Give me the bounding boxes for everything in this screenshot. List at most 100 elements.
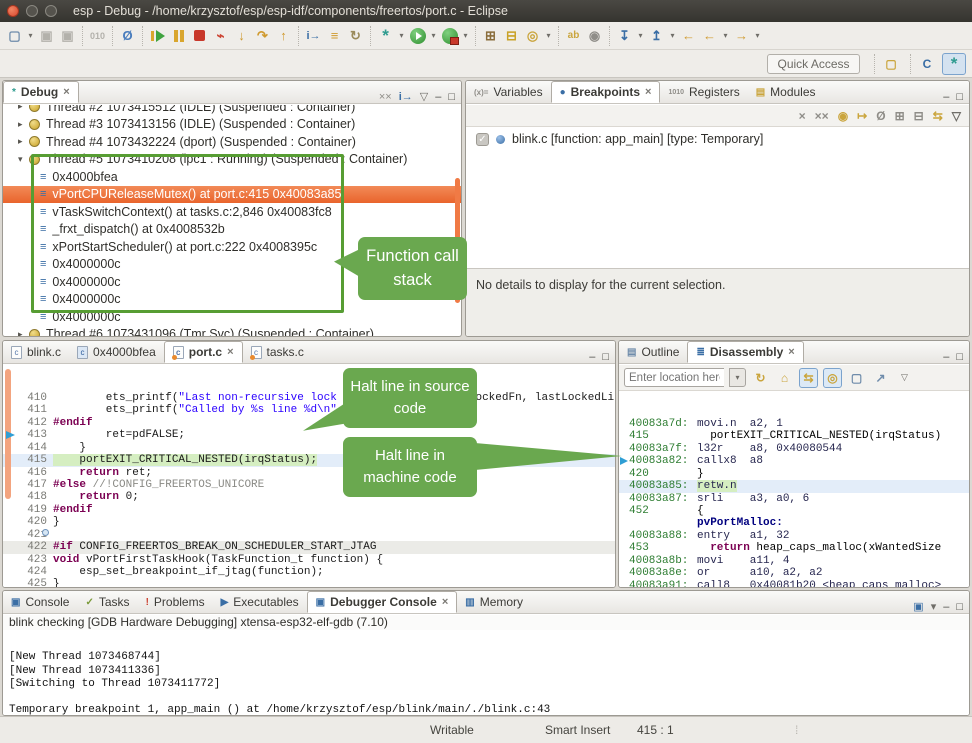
- save-icon[interactable]: ▣: [36, 25, 57, 47]
- tab-variables[interactable]: (x)= Variables: [466, 81, 551, 103]
- breakpoint-row[interactable]: ✓ blink.c [function: app_main] [type: Te…: [466, 127, 969, 146]
- tree-expand-icon[interactable]: ▾: [18, 154, 29, 165]
- forward-dropdown-icon[interactable]: ▾: [752, 25, 763, 47]
- window-maximize-button[interactable]: [45, 5, 57, 17]
- maximize-icon[interactable]: □: [602, 351, 609, 363]
- refresh-icon[interactable]: ↻: [751, 368, 770, 388]
- code-line[interactable]: 413 ret=pdFALSE;: [3, 429, 615, 441]
- track-expression-icon[interactable]: ◎: [823, 368, 842, 388]
- code-line[interactable]: 425}: [3, 578, 615, 587]
- terminate-icon[interactable]: [189, 25, 210, 47]
- tab-close-icon[interactable]: ×: [227, 346, 233, 358]
- debug-tree-thread[interactable]: ▾Thread #5 1073410208 (ipc1 : Running) (…: [3, 151, 461, 169]
- tab-memory[interactable]: ▥ Memory: [457, 591, 531, 613]
- tab-port-c[interactable]: c port.c ×: [164, 341, 243, 363]
- minimize-icon[interactable]: –: [943, 351, 949, 363]
- console-dropdown-icon[interactable]: ▾: [931, 600, 937, 613]
- tree-expand-icon[interactable]: ▸: [18, 136, 29, 147]
- new-icon[interactable]: ▢: [4, 25, 25, 47]
- step-over-icon[interactable]: ↷: [252, 25, 273, 47]
- disassembly-code[interactable]: 40083a7d:movi.n a2, 1415 portEXIT_CRITIC…: [619, 391, 969, 587]
- disassembly-line[interactable]: 40083a91:call8 0x40081b20 <heap_caps_mal…: [619, 580, 969, 587]
- tab-outline[interactable]: ▤ Outline: [619, 341, 687, 363]
- step-filters-icon[interactable]: ≡: [324, 25, 345, 47]
- run-dropdown-icon[interactable]: ▾: [428, 25, 439, 47]
- disassembly-line[interactable]: 420}: [619, 468, 969, 480]
- back-to-last-icon[interactable]: ←: [678, 25, 699, 47]
- debug-dropdown-icon[interactable]: ▾: [396, 25, 407, 47]
- source-editor[interactable]: 410 ets_printf("Last non-recursive lock …: [3, 365, 615, 587]
- trace-icon[interactable]: ↻: [345, 25, 366, 47]
- debug-tree-stack-frame[interactable]: ≡vPortCPUReleaseMutex() at port.c:415 0x…: [3, 186, 461, 204]
- console-output[interactable]: [New Thread 1073468744][New Thread 10734…: [3, 630, 969, 715]
- tab-0x4000bfea[interactable]: c 0x4000bfea: [69, 341, 164, 363]
- step-into-icon[interactable]: ↓: [231, 25, 252, 47]
- external-tools-dropdown-icon[interactable]: ▾: [460, 25, 471, 47]
- pin-view-icon[interactable]: ↗: [871, 368, 890, 388]
- disconnect-icon[interactable]: ⌁: [210, 25, 231, 47]
- expand-all-icon[interactable]: ⊞: [895, 109, 905, 123]
- code-line[interactable]: 417#else //!CONFIG_FREERTOS_UNICORE: [3, 479, 615, 491]
- forward-icon[interactable]: →: [731, 25, 752, 47]
- go-to-file-icon[interactable]: ↦: [857, 109, 867, 123]
- tab-breakpoints[interactable]: ● Breakpoints ×: [551, 81, 661, 103]
- new-project-icon[interactable]: ⊞: [480, 25, 501, 47]
- tab-close-icon[interactable]: ×: [63, 86, 69, 98]
- debug-perspective-icon[interactable]: *: [942, 53, 966, 75]
- code-line[interactable]: 424 esp_set_breakpoint_if_jtag(function)…: [3, 566, 615, 578]
- home-icon[interactable]: ⌂: [775, 368, 794, 388]
- tree-expand-icon[interactable]: ▸: [18, 119, 29, 130]
- breakpoint-checkbox[interactable]: ✓: [476, 133, 489, 146]
- mark-occurrences-icon[interactable]: ab: [563, 25, 584, 47]
- code-line[interactable]: 419#endif: [3, 504, 615, 516]
- disassembly-line[interactable]: 40083a88:entry a1, 32: [619, 530, 969, 542]
- code-line[interactable]: 418 return 0;: [3, 491, 615, 503]
- tab-problems[interactable]: ! Problems: [138, 591, 213, 613]
- view-menu-icon[interactable]: ▽: [895, 368, 914, 388]
- disassembly-line[interactable]: 40083a7f:l32r a8, 0x40080544: [619, 443, 969, 455]
- tab-registers[interactable]: 1010 Registers: [660, 81, 747, 103]
- code-line[interactable]: 416 return ret;: [3, 467, 615, 479]
- tree-expand-icon[interactable]: ▸: [18, 105, 29, 112]
- last-edit-dropdown-icon[interactable]: ▾: [635, 25, 646, 47]
- tab-debug[interactable]: * Debug ×: [3, 81, 79, 103]
- step-return-icon[interactable]: ↑: [273, 25, 294, 47]
- collapse-all-icon[interactable]: ⊟: [914, 109, 924, 123]
- tab-disassembly[interactable]: ≣ Disassembly ×: [687, 341, 803, 363]
- last-edit-location-icon[interactable]: ↧: [614, 25, 635, 47]
- disassembly-line[interactable]: 40083a8b:movi a11, 4: [619, 555, 969, 567]
- search-dropdown-icon[interactable]: ▾: [543, 25, 554, 47]
- quick-access-button[interactable]: Quick Access: [767, 54, 860, 74]
- maximize-icon[interactable]: □: [448, 91, 455, 103]
- show-supported-breakpoints-icon[interactable]: ◉: [838, 109, 848, 123]
- tab-blink-c[interactable]: c blink.c: [3, 341, 69, 363]
- save-all-icon[interactable]: ▣: [57, 25, 78, 47]
- location-dropdown-icon[interactable]: ▾: [729, 368, 746, 387]
- tab-close-icon[interactable]: ×: [442, 596, 448, 608]
- external-tools-icon[interactable]: [439, 25, 460, 47]
- debug-tree-stack-frame[interactable]: ≡0x4000000c: [3, 308, 461, 326]
- search-icon[interactable]: ◎: [522, 25, 543, 47]
- binary-icon[interactable]: 010: [87, 25, 108, 47]
- open-perspective-icon[interactable]: ▢: [879, 53, 903, 75]
- debug-tree-thread[interactable]: ▸Thread #2 1073415512 (IDLE) (Suspended …: [3, 105, 461, 116]
- minimize-icon[interactable]: –: [589, 351, 595, 363]
- link-with-debug-icon[interactable]: ⇆: [933, 109, 943, 123]
- window-minimize-button[interactable]: [26, 5, 38, 17]
- suspend-icon[interactable]: [168, 25, 189, 47]
- tab-console[interactable]: ▣ Console: [3, 591, 77, 613]
- debug-tree-thread[interactable]: ▸Thread #3 1073413156 (IDLE) (Suspended …: [3, 116, 461, 134]
- tab-tasks-c[interactable]: c tasks.c: [243, 341, 312, 363]
- disassembly-line[interactable]: 415 portEXIT_CRITICAL_NESTED(irqStatus): [619, 430, 969, 442]
- window-close-button[interactable]: [7, 5, 19, 17]
- debug-tree-thread[interactable]: ▸Thread #6 1073431096 (Tmr Svc) (Suspend…: [3, 326, 461, 337]
- run-icon[interactable]: [407, 25, 428, 47]
- resume-icon[interactable]: [147, 25, 168, 47]
- tree-expand-icon[interactable]: ▸: [18, 329, 29, 336]
- remove-all-breakpoints-icon[interactable]: ××: [815, 109, 829, 123]
- disassembly-line[interactable]: 40083a82:callx8 a8: [619, 455, 969, 467]
- maximize-icon[interactable]: □: [956, 351, 963, 363]
- code-line[interactable]: 411 ets_printf("Called by %s line %d\n",…: [3, 404, 615, 416]
- location-input[interactable]: [624, 368, 724, 387]
- flash-debug-icon[interactable]: *: [375, 25, 396, 47]
